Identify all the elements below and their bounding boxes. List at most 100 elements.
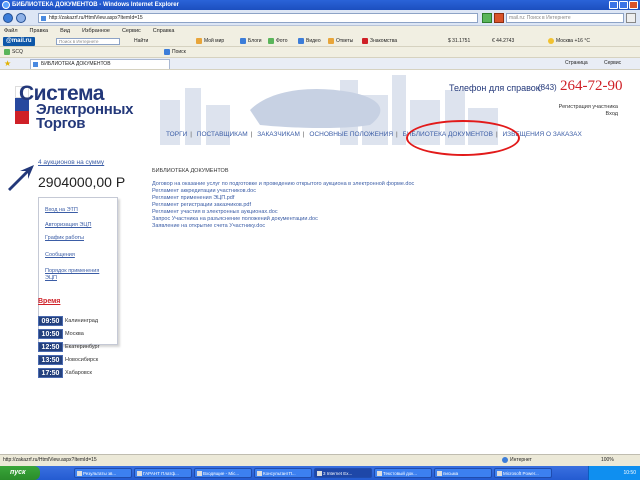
page-menu[interactable]: Страница [565, 58, 588, 69]
document-link[interactable]: Регламент аккредитации участников.doc [152, 188, 256, 194]
photo-icon [268, 37, 274, 44]
arrow-up-right-icon [8, 165, 34, 191]
nav-item-suppliers[interactable]: ПОСТАВЩИКАМ [197, 131, 248, 138]
toolbar-item-video[interactable]: Видео [298, 36, 321, 47]
menu-bar: Файл Правка Вид Избранное Сервис Справка [0, 26, 640, 36]
sidebar-link-messages[interactable]: Сообщения [45, 252, 75, 258]
menu-file[interactable]: Файл [4, 26, 18, 36]
highlight-circle [406, 120, 520, 156]
eur-rate: € 44.2743 [492, 38, 515, 44]
back-icon[interactable] [3, 13, 13, 23]
menu-edit[interactable]: Правка [30, 26, 49, 36]
mailru-toolbar: @mail.ru Поиск в Интернете Найти Мой мир… [0, 36, 640, 47]
sidebar-link-login[interactable]: Вход на ЭТП [45, 207, 78, 213]
time-row: 13:50 Новосибирск [38, 355, 98, 365]
taskbar: пуск Результаты зв... ГАРАНТ Платф... Вх… [0, 466, 640, 480]
time-value: 17:50 [38, 368, 63, 378]
tab-bar: ★ БИБЛИОТЕКА ДОКУМЕНТОВ Страница Сервис [0, 58, 640, 70]
taskbar-item[interactable]: Текстовый док... [374, 468, 432, 478]
usd-rate: $ 31.1751 [448, 38, 471, 44]
tab-title: БИБЛИОТЕКА ДОКУМЕНТОВ [41, 61, 111, 67]
document-link[interactable]: Запрос Участника на разъяснение положени… [152, 216, 318, 222]
document-link[interactable]: Заявление на открытие счета Участнику.do… [152, 223, 265, 229]
time-value: 10:50 [38, 329, 63, 339]
address-input[interactable]: http://zakazrf.ru/HtmlView.aspx?ItemId=1… [38, 13, 478, 23]
taskbar-item[interactable]: КонсультантП... [254, 468, 312, 478]
taskbar-item[interactable]: Входящие - Mic... [194, 468, 252, 478]
tab-library[interactable]: БИБЛИОТЕКА ДОКУМЕНТОВ [30, 59, 170, 69]
time-row: 17:50 Хабаровск [38, 368, 92, 378]
search-button[interactable]: Поиск [164, 47, 186, 58]
toolbar-search-input[interactable]: Поиск в Интернете [56, 38, 120, 45]
video-icon [298, 37, 304, 44]
stop-icon[interactable] [494, 13, 504, 23]
sidebar-link-ecp-order[interactable]: Порядок применения ЭЦП [45, 268, 109, 282]
sidebar-link-schedule[interactable]: График работы [45, 235, 84, 241]
time-title: Время [38, 298, 61, 305]
register-link[interactable]: Регистрация участника [558, 104, 618, 110]
system-tray-clock[interactable]: 10:50 [588, 466, 640, 480]
library-title: БИБЛИОТЕКА ДОКУМЕНТОВ [152, 168, 229, 174]
web-page: Система Электронных Торгов Телефон для с… [0, 70, 640, 454]
login-link[interactable]: Вход [558, 111, 618, 117]
scq-icon [4, 48, 10, 55]
maximize-button[interactable] [619, 1, 628, 9]
find-button[interactable]: Найти [134, 36, 148, 47]
time-row: 12:50 Екатеринбург [38, 342, 100, 352]
scq-button[interactable]: SCQ [4, 47, 23, 58]
weather[interactable]: Москва +16 °C [548, 36, 590, 47]
menu-view[interactable]: Вид [60, 26, 70, 36]
nav-item-customers[interactable]: ЗАКАЗЧИКАМ [257, 131, 300, 138]
toolbar-item-photo[interactable]: Фото [268, 36, 288, 47]
security-zone: Интернет [502, 455, 532, 466]
nav-item-provisions[interactable]: ОСНОВНЫЕ ПОЛОЖЕНИЯ [309, 131, 393, 138]
menu-help[interactable]: Справка [153, 26, 175, 36]
toolbar-item-answers[interactable]: Ответы [328, 36, 353, 47]
menu-favorites[interactable]: Избранное [82, 26, 110, 36]
app-icon [437, 471, 442, 476]
ie-icon [2, 1, 10, 9]
toolbar-item-myworld[interactable]: Мой мир [196, 36, 224, 47]
site-header: Система Электронных Торгов Телефон для с… [0, 70, 640, 145]
taskbar-item[interactable]: письма [434, 468, 492, 478]
app-icon [377, 471, 382, 476]
toolbar-item-blogs[interactable]: Блоги [240, 36, 262, 47]
search-go-icon[interactable] [626, 13, 636, 23]
document-link[interactable]: Регламент регистрации заказчиков.pdf [152, 202, 251, 208]
phone-code: (843) [538, 83, 557, 92]
toolbar-item-dating[interactable]: Знакомства [362, 36, 397, 47]
tools-menu[interactable]: Сервис [604, 58, 621, 69]
weather-icon [548, 37, 554, 44]
document-link[interactable]: Договор на оказание услуг по подготовке … [152, 181, 414, 187]
taskbar-item[interactable]: Microsoft Power... [494, 468, 552, 478]
taskbar-item[interactable]: Результаты зв... [74, 468, 132, 478]
forward-icon[interactable] [16, 13, 26, 23]
page-icon [41, 16, 46, 21]
minimize-button[interactable] [609, 1, 618, 9]
sidebar-link-auth[interactable]: Авторизация ЭЦП [45, 222, 91, 228]
logo-text-line3[interactable]: Торгов [36, 115, 85, 132]
document-link[interactable]: Регламент применения ЭЦП.pdf [152, 195, 234, 201]
close-button[interactable] [629, 1, 638, 9]
auctions-link[interactable]: 4 аукционов на сумму [38, 159, 104, 166]
globe-icon [502, 456, 508, 463]
favorites-star-icon[interactable]: ★ [4, 59, 11, 69]
taskbar-item[interactable]: 3 Internet Ex... [314, 468, 372, 478]
refresh-icon[interactable] [482, 13, 492, 23]
city-name: Хабаровск [65, 370, 92, 376]
city-name: Новосибирск [65, 357, 99, 363]
browser-search-input[interactable]: mail.ru: Поиск в Интернете [506, 13, 624, 23]
secondary-toolbar: SCQ Поиск [0, 47, 640, 58]
document-link[interactable]: Регламент участия в электронных аукциона… [152, 209, 278, 215]
app-icon [257, 471, 262, 476]
start-button[interactable]: пуск [0, 466, 40, 480]
zoom-level[interactable]: 100% [601, 455, 614, 466]
mailru-logo[interactable]: @mail.ru [3, 37, 35, 46]
menu-tools[interactable]: Сервис [122, 26, 141, 36]
time-row: 10:50 Москва [38, 329, 84, 339]
window-title: БИБЛИОТЕКА ДОКУМЕНТОВ - Windows Internet… [12, 2, 179, 8]
nav-item-auctions[interactable]: ТОРГИ [166, 131, 187, 138]
taskbar-item[interactable]: ГАРАНТ Платф... [134, 468, 192, 478]
window-controls [609, 1, 638, 9]
app-icon [137, 471, 142, 476]
